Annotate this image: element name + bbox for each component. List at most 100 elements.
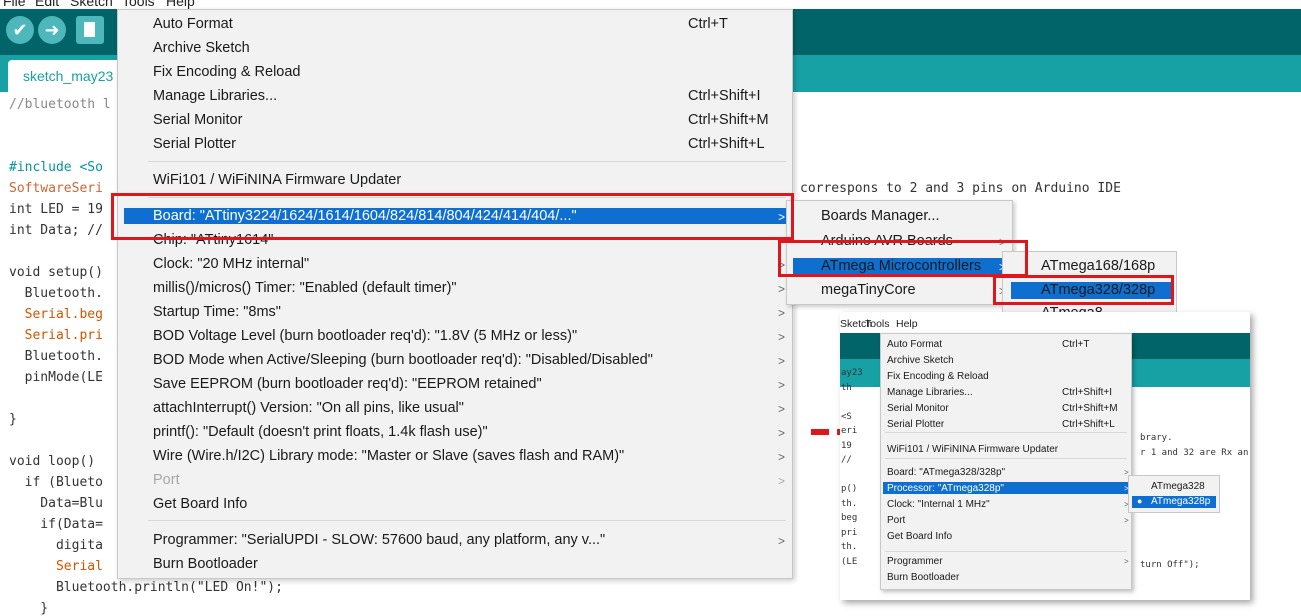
chevron-right-icon: > bbox=[778, 426, 786, 440]
menu-edit[interactable]: Edit bbox=[35, 0, 59, 9]
inset-menu-item[interactable]: WiFi101 / WiFiNINA Firmware Updater bbox=[887, 444, 1058, 455]
code-line: if(Data= bbox=[9, 517, 103, 532]
tools-menu-item[interactable]: Startup Time: "8ms" bbox=[153, 304, 281, 320]
arrow-right-icon: ➜ bbox=[44, 20, 60, 40]
inset-menu-item[interactable]: Serial Plotter bbox=[887, 419, 944, 430]
tools-menu-item[interactable]: Fix Encoding & Reload bbox=[153, 64, 301, 80]
inset-menu-item: Port bbox=[887, 515, 906, 526]
shortcut-label: Ctrl+T bbox=[1062, 339, 1090, 350]
shortcut-label: Ctrl+Shift+L bbox=[1062, 419, 1115, 430]
chevron-right-icon: > bbox=[778, 306, 786, 320]
shortcut-label: Ctrl+Shift+M bbox=[1062, 403, 1118, 414]
code-line: digita bbox=[9, 538, 103, 553]
tools-menu: Auto Format Ctrl+T Archive Sketch Fix Encod… bbox=[117, 9, 793, 579]
shortcut-label: Ctrl+Shift+I bbox=[688, 88, 761, 104]
inset-menu-item[interactable]: Serial Monitor bbox=[887, 403, 949, 414]
verify-button[interactable]: ✔ bbox=[6, 16, 34, 44]
tools-menu-item[interactable]: Serial Monitor bbox=[153, 112, 242, 128]
tools-menu-item[interactable]: WiFi101 / WiFiNINA Firmware Updater bbox=[153, 172, 401, 188]
inset-menu-item[interactable]: Archive Sketch bbox=[887, 355, 954, 366]
tools-menu-item[interactable]: Archive Sketch bbox=[153, 40, 250, 56]
menu-sketch[interactable]: Sketch bbox=[70, 0, 113, 9]
code-line: Bluetooth.println("LED On!"); bbox=[9, 580, 283, 595]
new-sketch-button[interactable] bbox=[76, 16, 104, 44]
inset-menu-item[interactable]: Fix Encoding & Reload bbox=[887, 371, 989, 382]
inset-menu-item[interactable]: Manage Libraries... bbox=[887, 387, 973, 398]
chevron-right-icon: > bbox=[778, 402, 786, 416]
inset-menu-item[interactable]: Get Board Info bbox=[887, 531, 952, 542]
code-line: } bbox=[9, 412, 17, 427]
tools-menu-item[interactable]: BOD Mode when Active/Sleeping (burn boot… bbox=[153, 352, 653, 368]
menu-separator bbox=[148, 161, 786, 162]
inset-code-fragment: turn Off"); bbox=[1140, 560, 1200, 570]
inset-tools-menu: Auto Format Ctrl+T Archive Sketch Fix Encod… bbox=[880, 333, 1132, 590]
radio-dot-icon: ● bbox=[1137, 496, 1143, 506]
inset-code-line: th. bbox=[841, 498, 858, 509]
chevron-right-icon: > bbox=[778, 330, 786, 344]
tools-menu-item[interactable]: Clock: "20 MHz internal" bbox=[153, 256, 309, 272]
inset-code-line: th bbox=[841, 382, 852, 393]
chevron-right-icon: > bbox=[1124, 557, 1129, 566]
inset-code-line: pri bbox=[841, 527, 858, 538]
tab-label: sketch_may23 bbox=[23, 68, 114, 84]
inset-menu-item[interactable]: Auto Format bbox=[887, 339, 942, 350]
code-line: Data=Blu bbox=[9, 496, 103, 511]
inset-menu-tools[interactable]: Tools bbox=[865, 318, 890, 330]
board-highlight-box bbox=[111, 193, 794, 240]
code-line: int LED = 19 bbox=[9, 202, 103, 217]
inset-code-line: ay23 bbox=[841, 368, 863, 378]
menu-help[interactable]: Help bbox=[166, 0, 195, 9]
tools-menu-item[interactable]: millis()/micros() Timer: "Enabled (defau… bbox=[153, 280, 457, 296]
tab-sketch[interactable]: sketch_may23 bbox=[8, 60, 120, 92]
shortcut-label: Ctrl+Shift+I bbox=[1062, 387, 1113, 398]
code-line: pinMode(LE bbox=[9, 370, 103, 385]
code-line: void loop() bbox=[9, 454, 96, 469]
inset-atmega328p-item[interactable]: ATmega328p bbox=[1151, 496, 1210, 507]
inset-code-line: <S bbox=[841, 411, 852, 422]
menu-separator bbox=[885, 551, 1127, 552]
tools-menu-item[interactable]: Auto Format bbox=[153, 16, 233, 32]
chevron-right-icon: > bbox=[778, 354, 786, 368]
chevron-right-icon: > bbox=[778, 534, 786, 548]
boards-manager-item[interactable]: Boards Manager... bbox=[821, 208, 940, 224]
code-line: Serial bbox=[9, 559, 103, 574]
menu-tools[interactable]: Tools bbox=[122, 0, 155, 9]
inset-code-line: th. bbox=[841, 542, 858, 552]
tools-menu-item[interactable]: Save EEPROM (burn bootloader req'd): "EE… bbox=[153, 376, 542, 392]
atmega168-item[interactable]: ATmega168/168p bbox=[1041, 258, 1155, 274]
tools-menu-item[interactable]: attachInterrupt() Version: "On all pins,… bbox=[153, 400, 464, 416]
chevron-right-icon: > bbox=[778, 282, 786, 296]
inset-menu-help[interactable]: Help bbox=[896, 318, 918, 330]
tools-menu-item[interactable]: Get Board Info bbox=[153, 496, 247, 512]
inset-menu-item[interactable]: Board: "ATmega328/328p" bbox=[887, 467, 1005, 478]
tools-menu-item[interactable]: Programmer: "SerialUPDI - SLOW: 57600 ba… bbox=[153, 532, 605, 548]
check-icon: ✔ bbox=[12, 20, 28, 40]
inset-code-line: // bbox=[841, 455, 852, 465]
inset-menu-item[interactable]: Programmer bbox=[887, 556, 943, 567]
megatinycore-item[interactable]: megaTinyCore bbox=[821, 282, 916, 298]
chevron-right-icon: > bbox=[778, 378, 786, 392]
tools-menu-item[interactable]: Wire (Wire.h/I2C) Library mode: "Master … bbox=[153, 448, 624, 464]
upload-button[interactable]: ➜ bbox=[38, 16, 66, 44]
inset-code-fragment: brary. bbox=[1140, 433, 1173, 443]
inset-menu-item[interactable]: Burn Bootloader bbox=[887, 572, 959, 583]
menu-separator bbox=[148, 520, 786, 521]
inset-atmega328-item[interactable]: ATmega328 bbox=[1151, 481, 1205, 492]
tools-menu-item: Port bbox=[153, 472, 180, 488]
code-line: if (Blueto bbox=[9, 475, 103, 490]
inset-menu-item[interactable]: Clock: "Internal 1 MHz" bbox=[887, 499, 990, 510]
inset-menu-item[interactable]: Processor: "ATmega328p" bbox=[887, 483, 1004, 494]
tools-menu-item[interactable]: Manage Libraries... bbox=[153, 88, 277, 104]
menu-bar: File Edit Sketch Tools Help bbox=[0, 0, 1301, 9]
atmega-microcontrollers-highlight-box bbox=[778, 240, 1028, 277]
code-line: Serial.pri bbox=[9, 328, 103, 343]
tools-menu-item[interactable]: Burn Bootloader bbox=[153, 556, 258, 572]
shortcut-label: Ctrl+Shift+M bbox=[688, 112, 769, 128]
tools-menu-item[interactable]: BOD Voltage Level (burn bootloader req'd… bbox=[153, 328, 577, 344]
inset-code-line: eri bbox=[841, 426, 858, 436]
tools-menu-item[interactable]: Serial Plotter bbox=[153, 136, 236, 152]
menu-file[interactable]: File bbox=[3, 0, 26, 9]
inset-code-line: 19 bbox=[841, 440, 852, 451]
inset-processor-submenu: ATmega328 ● ATmega328p bbox=[1128, 475, 1220, 513]
tools-menu-item[interactable]: printf(): "Default (doesn't print floats… bbox=[153, 424, 488, 440]
